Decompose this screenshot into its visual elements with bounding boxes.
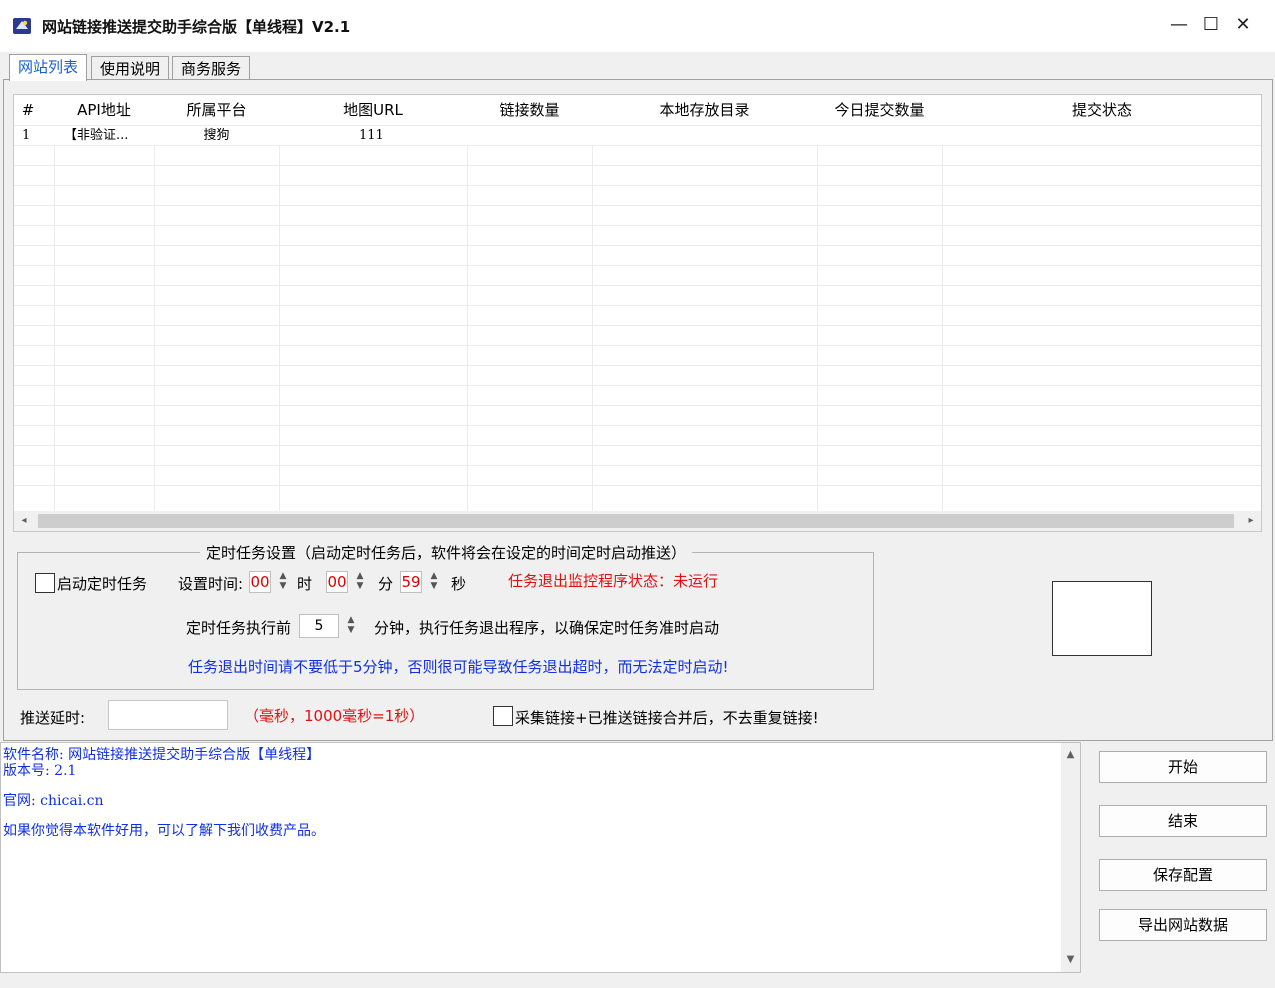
column-header-sitemap-url[interactable]: 地图URL [279, 95, 467, 125]
title-bar: 网站链接推送提交助手综合版【单线程】V2.1 — ☐ ✕ [0, 0, 1275, 52]
log-line: 官网: chicai.cn [3, 793, 104, 809]
scroll-up-icon[interactable]: ▲ [1061, 745, 1080, 765]
cell-index: 1 [22, 128, 31, 143]
table-row-empty [14, 425, 1261, 445]
monitor-status-text: 任务退出监控程序状态：未运行 [508, 572, 719, 590]
column-header-today-count[interactable]: 今日提交数量 [817, 95, 942, 125]
delay-hint: （毫秒，1000毫秒=1秒） [244, 707, 425, 725]
second-unit: 秒 [451, 575, 467, 593]
table-row-empty [14, 405, 1261, 425]
tab-business[interactable]: 商务服务 [172, 56, 251, 80]
scrollbar-thumb[interactable] [38, 514, 1234, 528]
table-row-empty [14, 485, 1261, 505]
vertical-scrollbar[interactable]: ▲ ▼ [1061, 743, 1080, 972]
before-minutes-input[interactable]: 5 [299, 614, 339, 638]
before-label: 定时任务执行前 [186, 619, 292, 637]
horizontal-scrollbar[interactable]: ◂ ▸ [14, 511, 1261, 531]
merge-links-label: 采集链接+已推送链接合并后，不去重复链接! [515, 709, 819, 727]
column-header-local-dir[interactable]: 本地存放目录 [592, 95, 817, 125]
scroll-down-icon[interactable]: ▼ [1061, 950, 1080, 970]
table-row-empty [14, 285, 1261, 305]
table-row[interactable]: 1 【非验证... 搜狗 111 [14, 125, 1261, 145]
table-row-empty [14, 205, 1261, 225]
table-row-empty [14, 385, 1261, 405]
log-line: 版本号: 2.1 [3, 763, 77, 779]
minute-input[interactable]: 00 [326, 571, 348, 593]
table-row-empty [14, 345, 1261, 365]
minute-spin-icon[interactable]: ▲ ▼ [354, 571, 366, 593]
set-time-label: 设置时间: [178, 575, 244, 593]
cell-api: 【非验证... [64, 128, 129, 143]
table-row-empty [14, 325, 1261, 345]
hour-input[interactable]: 00 [249, 571, 271, 593]
grid-header: # API地址 所属平台 地图URL 链接数量 本地存放目录 今日提交数量 提交… [14, 95, 1261, 125]
column-header-index[interactable]: # [14, 95, 42, 125]
delay-label: 推送延时: [20, 709, 86, 727]
minimize-button[interactable]: — [1163, 10, 1195, 40]
column-header-link-count[interactable]: 链接数量 [467, 95, 592, 125]
tab-page-site-list: # API地址 所属平台 地图URL 链接数量 本地存放目录 今日提交数量 提交… [3, 79, 1273, 741]
column-header-api[interactable]: API地址 [54, 95, 154, 125]
delay-input[interactable] [108, 700, 228, 730]
table-row-empty [14, 445, 1261, 465]
table-row-empty [14, 185, 1261, 205]
enable-schedule-checkbox[interactable] [35, 573, 55, 593]
table-row-empty [14, 305, 1261, 325]
second-spin-icon[interactable]: ▲ ▼ [428, 571, 440, 593]
schedule-group-title: 定时任务设置（启动定时任务后，软件将会在设定的时间定时启动推送） [200, 542, 693, 563]
table-row-empty [14, 465, 1261, 485]
app-logo-icon [13, 18, 31, 34]
start-button[interactable]: 开始 [1099, 751, 1267, 783]
before-spin-icon[interactable]: ▲ ▼ [345, 615, 357, 637]
scroll-left-icon[interactable]: ◂ [14, 511, 34, 531]
enable-schedule-label: 启动定时任务 [57, 575, 148, 593]
scroll-right-icon[interactable]: ▸ [1241, 511, 1261, 531]
save-config-button[interactable]: 保存配置 [1099, 859, 1267, 891]
log-output[interactable]: 软件名称: 网站链接推送提交助手综合版【单线程】 版本号: 2.1 官网: ch… [0, 742, 1081, 973]
merge-links-checkbox[interactable] [493, 706, 513, 726]
table-row-empty [14, 145, 1261, 165]
column-header-platform[interactable]: 所属平台 [154, 95, 279, 125]
maximize-button[interactable]: ☐ [1195, 10, 1227, 40]
table-row-empty [14, 265, 1261, 285]
close-button[interactable]: ✕ [1227, 10, 1259, 40]
column-header-status[interactable]: 提交状态 [942, 95, 1261, 125]
preview-box [1052, 581, 1152, 656]
hour-unit: 时 [297, 575, 313, 593]
window-title: 网站链接推送提交助手综合版【单线程】V2.1 [42, 18, 351, 36]
hour-spin-icon[interactable]: ▲ ▼ [277, 571, 289, 593]
minute-unit: 分 [378, 575, 394, 593]
table-row-empty [14, 225, 1261, 245]
schedule-warning: 任务退出时间请不要低于5分钟，否则很可能导致任务退出超时，而无法定时启动! [188, 658, 729, 676]
export-site-data-button[interactable]: 导出网站数据 [1099, 909, 1267, 941]
cell-platform: 搜狗 [203, 128, 230, 143]
stop-button[interactable]: 结束 [1099, 805, 1267, 837]
table-row-empty [14, 165, 1261, 185]
tab-site-list[interactable]: 网站列表 [9, 54, 88, 81]
table-row-empty [14, 365, 1261, 385]
table-row-empty [14, 245, 1261, 265]
cell-sitemap-url: 111 [359, 128, 384, 143]
tab-strip: 网站列表 使用说明 商务服务 [0, 52, 1275, 81]
app-window: 网站链接推送提交助手综合版【单线程】V2.1 — ☐ ✕ 网站列表 使用说明 商… [0, 0, 1275, 988]
schedule-group: 定时任务设置（启动定时任务后，软件将会在设定的时间定时启动推送） 启动定时任务 … [17, 542, 874, 690]
log-line: 如果你觉得本软件好用，可以了解下我们收费产品。 [3, 823, 325, 839]
tab-usage[interactable]: 使用说明 [91, 56, 170, 80]
site-grid[interactable]: # API地址 所属平台 地图URL 链接数量 本地存放目录 今日提交数量 提交… [13, 94, 1262, 532]
before-suffix: 分钟，执行任务退出程序，以确保定时任务准时启动 [374, 619, 720, 637]
status-strip [0, 975, 1275, 988]
second-input[interactable]: 59 [400, 571, 422, 593]
